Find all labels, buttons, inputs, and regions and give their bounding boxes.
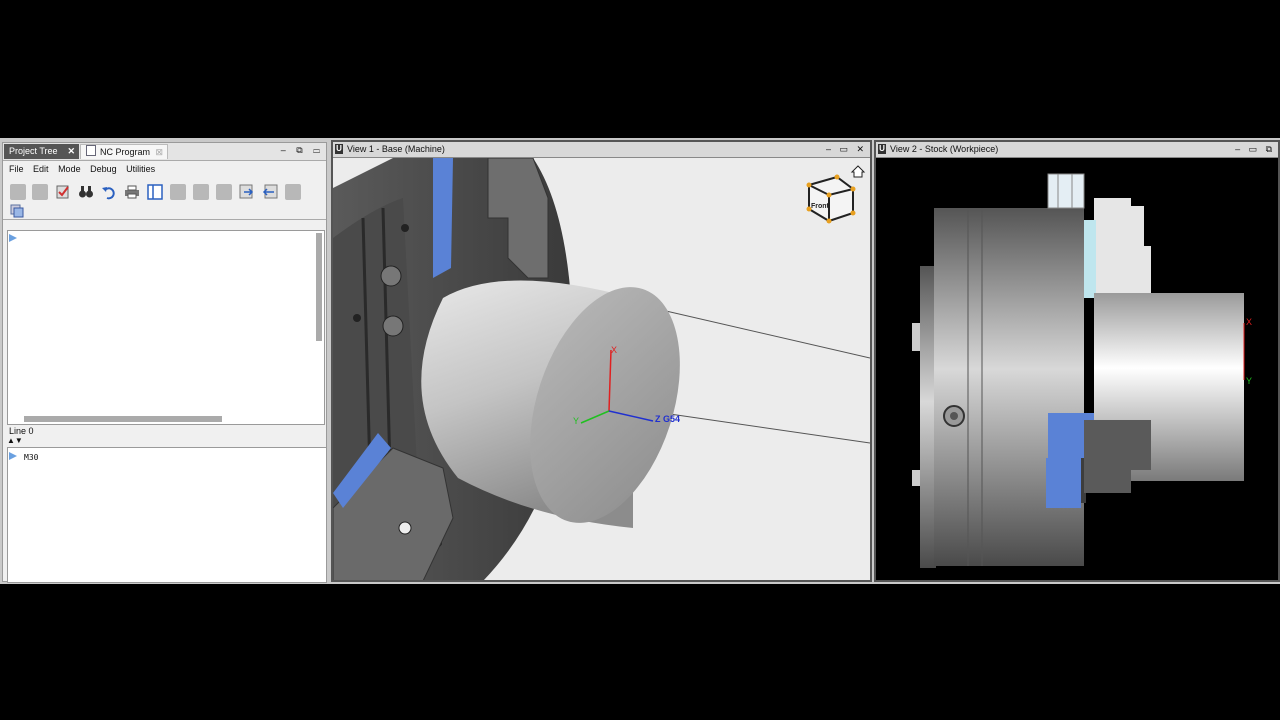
tab-label: Project Tree (9, 146, 58, 156)
new-icon[interactable] (10, 184, 26, 200)
axis-y-label: Y (1246, 376, 1252, 386)
chuck-back-plate (920, 266, 936, 568)
undo-icon[interactable] (101, 184, 117, 200)
panel-tab-bar: Project Tree ✕ NC Program ⊠ – ⧉ ▭ (3, 143, 326, 161)
menu-debug[interactable]: Debug (90, 164, 117, 174)
nc-editor[interactable] (7, 230, 325, 425)
view1-title-bar: U View 1 - Base (Machine) – ▭ ✕ (333, 142, 870, 158)
menu-file[interactable]: File (9, 164, 24, 174)
axis-x-label: X (1246, 317, 1252, 327)
nc-export-icon[interactable] (239, 184, 255, 200)
step-over-icon[interactable] (193, 184, 209, 200)
axis-x-label: X (611, 345, 617, 355)
collapse-arrows-icon[interactable]: ▲▼ (7, 437, 23, 445)
view1-title: View 1 - Base (Machine) (347, 144, 445, 154)
toolbar (3, 177, 326, 220)
view2-title-bar: U View 2 - Stock (Workpiece) – ▭ ⧉ (876, 142, 1278, 158)
step-back-icon[interactable] (216, 184, 232, 200)
close-icon[interactable]: ✕ (67, 144, 75, 159)
menu-mode[interactable]: Mode (58, 164, 81, 174)
view1-machine[interactable]: U View 1 - Base (Machine) – ▭ ✕ X Y Z G5… (331, 140, 872, 582)
view1-window-controls[interactable]: – ▭ ✕ (826, 142, 867, 157)
view2-window-controls[interactable]: – ▭ ⧉ (1235, 142, 1275, 157)
program-line: M30 (24, 453, 39, 462)
tab-nc-program[interactable]: NC Program ⊠ (80, 144, 168, 159)
tab-project-tree[interactable]: Project Tree ✕ (4, 144, 79, 159)
view2-workpiece[interactable]: U View 2 - Stock (Workpiece) – ▭ ⧉ X Y (874, 140, 1280, 582)
view2-canvas[interactable]: X Y (876, 158, 1278, 581)
nc-program-panel: Project Tree ✕ NC Program ⊠ – ⧉ ▭ File E… (2, 142, 327, 583)
split-view-icon[interactable] (147, 184, 163, 200)
view2-title: View 2 - Stock (Workpiece) (890, 144, 999, 154)
step-icon[interactable] (170, 184, 186, 200)
vericut-window: Project Tree ✕ NC Program ⊠ – ⧉ ▭ File E… (0, 138, 1280, 584)
program-list[interactable]: M30 (7, 447, 327, 583)
upper-jaw (1047, 173, 1085, 209)
nc-import-icon[interactable] (262, 184, 278, 200)
horizontal-scrollbar[interactable] (24, 416, 222, 422)
axis-z-label: Z G54 (655, 414, 680, 424)
menu-utilities[interactable]: Utilities (126, 164, 155, 174)
document-icon (86, 145, 96, 156)
app-icon: U (878, 144, 886, 154)
view-cube-label: Front (811, 203, 830, 210)
view1-canvas[interactable]: X Y Z G54 Front (333, 158, 870, 581)
binoculars-icon[interactable] (78, 184, 94, 200)
current-line-pointer-icon (9, 234, 17, 242)
vertical-scrollbar[interactable] (316, 233, 322, 341)
check-list-icon[interactable] (55, 184, 71, 200)
chuck-body (934, 208, 1084, 566)
open-icon[interactable] (32, 184, 48, 200)
copy-files-icon[interactable] (10, 204, 24, 218)
tab-label: NC Program (100, 147, 151, 157)
app-icon: U (335, 144, 343, 154)
blue-jaw-insert (433, 158, 453, 278)
print-icon[interactable] (124, 184, 140, 200)
panel-window-controls[interactable]: – ⧉ ▭ (281, 145, 324, 156)
next-icon[interactable] (285, 184, 301, 200)
menu-edit[interactable]: Edit (33, 164, 49, 174)
blue-jaw-insert (1046, 458, 1081, 508)
close-icon[interactable]: ⊠ (155, 145, 163, 160)
menu-bar: File Edit Mode Debug Utilities (3, 161, 326, 177)
program-pointer-icon (9, 452, 17, 460)
line-status: Line 0 (9, 426, 34, 436)
axis-y-label: Y (573, 416, 579, 426)
